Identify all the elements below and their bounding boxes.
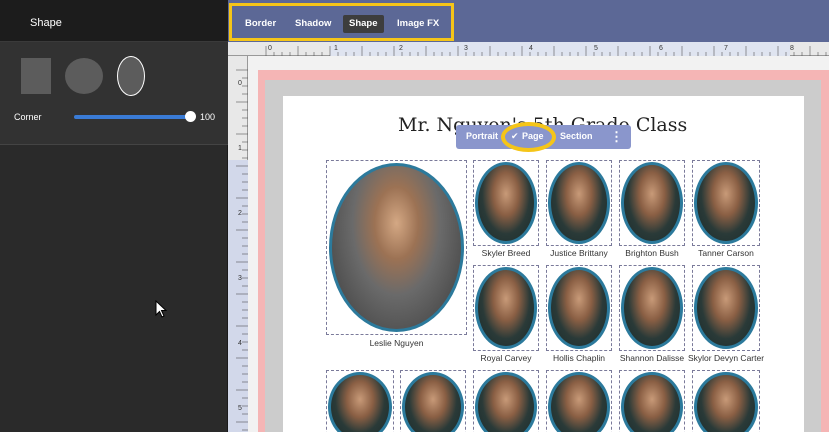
square-shape-option[interactable] xyxy=(21,58,51,94)
ruler-number: 3 xyxy=(238,275,242,282)
student-name: Brighton Bush xyxy=(625,248,679,258)
student-photo[interactable] xyxy=(694,267,758,349)
oval-shape-option[interactable] xyxy=(117,56,145,96)
ruler-number: 4 xyxy=(529,45,533,52)
student-name: Skyler Breed xyxy=(481,248,531,258)
corner-slider[interactable] xyxy=(74,115,192,119)
student-photo[interactable] xyxy=(475,162,537,244)
ruler-number: 5 xyxy=(594,45,598,52)
tab-shadow[interactable]: Shadow xyxy=(289,15,337,33)
student-photo[interactable] xyxy=(621,162,683,244)
tab-border[interactable]: Border xyxy=(239,15,282,33)
corner-label: Corner xyxy=(14,112,42,122)
student-photo[interactable] xyxy=(548,162,610,244)
corner-value: 100 xyxy=(200,112,216,122)
menu-section[interactable]: Section xyxy=(560,131,593,141)
ruler-number: 0 xyxy=(238,80,242,87)
ruler-number: 0 xyxy=(268,45,272,52)
panel-title: Shape xyxy=(30,17,62,29)
student-photo[interactable] xyxy=(694,372,758,432)
student-photo[interactable] xyxy=(694,162,758,244)
teacher-name: Leslie Nguyen xyxy=(369,338,424,348)
student-photo[interactable] xyxy=(328,372,392,432)
tab-image-fx[interactable]: Image FX xyxy=(391,15,445,33)
menu-portrait[interactable]: Portrait xyxy=(466,131,498,141)
student-photo[interactable] xyxy=(621,372,683,432)
vertical-dots-icon[interactable]: ⋮ xyxy=(610,129,623,145)
student-name: Hollis Chaplin xyxy=(553,353,605,363)
student-name: Shannon Dalisse xyxy=(619,353,685,363)
student-name: Skylor Devyn Carter xyxy=(688,353,765,363)
ruler-number: 7 xyxy=(724,45,728,52)
ruler-number: 6 xyxy=(659,45,663,52)
app-window: Shape Corner 100 Border Shadow Shape Ima… xyxy=(0,0,829,432)
ruler-number: 2 xyxy=(238,210,242,217)
circle-shape-option[interactable] xyxy=(65,58,103,94)
corner-slider-thumb[interactable] xyxy=(185,111,196,122)
ruler-number: 8 xyxy=(790,45,794,52)
student-photo[interactable] xyxy=(548,372,610,432)
ruler-number: 1 xyxy=(334,45,338,52)
student-photo[interactable] xyxy=(475,267,537,349)
ruler-number: 1 xyxy=(238,145,242,152)
student-photo[interactable] xyxy=(548,267,610,349)
mouse-cursor-icon xyxy=(155,300,167,318)
ruler-number: 2 xyxy=(399,45,403,52)
page-option-highlight xyxy=(501,122,556,152)
ruler-number: 3 xyxy=(464,45,468,52)
ruler-number: 4 xyxy=(238,340,242,347)
tab-shape[interactable]: Shape xyxy=(343,15,384,33)
student-photo[interactable] xyxy=(475,372,537,432)
teacher-photo[interactable] xyxy=(329,163,464,332)
vertical-ruler-ticks xyxy=(236,69,248,431)
student-photo[interactable] xyxy=(402,372,464,432)
student-photo[interactable] xyxy=(621,267,683,349)
ruler-number: 5 xyxy=(238,405,242,412)
student-name: Royal Carvey xyxy=(480,353,532,363)
student-name: Justice Brittany xyxy=(550,248,608,258)
student-name: Tanner Carson xyxy=(698,248,754,258)
